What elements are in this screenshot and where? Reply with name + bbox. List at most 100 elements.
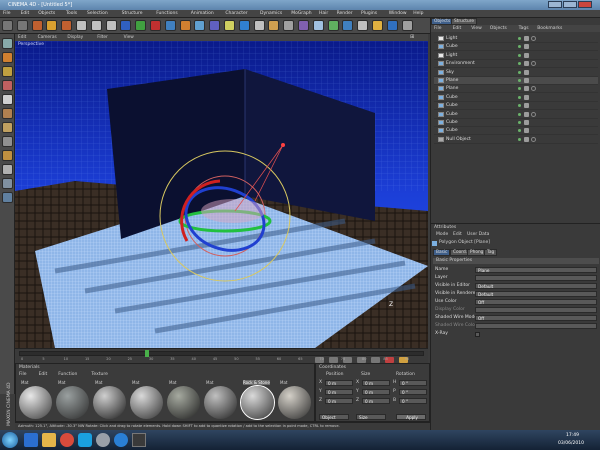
attr-menu-user-data[interactable]: User Data — [467, 232, 489, 237]
menu-item-file[interactable]: File — [3, 11, 11, 16]
object-tag-icon[interactable] — [524, 69, 529, 75]
material-tag-icon[interactable] — [531, 61, 536, 67]
edges-mode-icon[interactable] — [2, 108, 13, 119]
material-tag-icon[interactable] — [531, 86, 536, 92]
attr-field-value[interactable] — [475, 275, 597, 281]
window-task-icon[interactable] — [132, 433, 146, 447]
menu-item-hair[interactable]: Hair — [319, 11, 328, 16]
visibility-dot[interactable] — [518, 79, 521, 82]
coord-size-field[interactable]: 0 m — [362, 380, 390, 386]
snap-icon[interactable] — [342, 20, 354, 31]
render-settings-icon[interactable] — [164, 20, 176, 31]
menu-item-window[interactable]: Window — [389, 11, 407, 16]
object-tag-icon[interactable] — [524, 78, 529, 83]
coord-rotation-field[interactable]: 0 ° — [399, 389, 427, 395]
make-editable-icon[interactable] — [2, 38, 13, 49]
attr-field-value[interactable]: Off — [475, 315, 597, 321]
coord-size-field[interactable]: 0 m — [362, 398, 390, 404]
cube-icon[interactable] — [179, 20, 191, 31]
model-mode-icon[interactable] — [2, 52, 13, 63]
nurbs-icon[interactable] — [238, 20, 250, 31]
attr-field-value[interactable]: Off — [475, 299, 597, 305]
object-menu-tags[interactable]: Tags — [519, 26, 529, 31]
material-ball[interactable] — [278, 386, 311, 419]
menu-item-dynamics[interactable]: Dynamics — [260, 11, 282, 16]
object-tag-icon[interactable] — [524, 94, 529, 100]
tab-structure[interactable]: Structure — [451, 18, 477, 25]
object-row[interactable]: Plane — [434, 85, 598, 94]
undo-icon[interactable] — [2, 20, 13, 31]
menu-item-selection[interactable]: Selection — [87, 11, 108, 16]
start-button[interactable] — [2, 432, 18, 448]
layout-icon[interactable] — [2, 178, 13, 189]
object-menu-edit[interactable]: Edit — [453, 26, 462, 31]
object-row[interactable]: Cube — [434, 43, 598, 52]
visibility-dot[interactable] — [518, 45, 521, 49]
object-tag-icon[interactable] — [524, 61, 529, 67]
viewport-maximize-icon[interactable]: ⊞ — [410, 34, 414, 40]
object-tag-icon[interactable] — [524, 111, 529, 117]
rotate-z-icon[interactable] — [105, 20, 117, 31]
material-ball[interactable] — [56, 386, 89, 419]
attr-field-value[interactable]: Plane — [475, 267, 597, 273]
object-row[interactable]: Light — [434, 52, 598, 60]
visibility-dot[interactable] — [518, 62, 521, 66]
material-ball[interactable] — [204, 386, 237, 419]
sky-icon[interactable] — [312, 20, 324, 31]
scale-icon[interactable] — [61, 20, 73, 31]
object-row[interactable]: Cube — [434, 127, 598, 136]
object-tag-icon[interactable] — [524, 52, 529, 58]
object-row[interactable]: Cube — [434, 111, 598, 119]
visibility-dot[interactable] — [518, 95, 521, 99]
viewport-solo-icon[interactable] — [2, 192, 13, 203]
material-tag-icon[interactable] — [531, 136, 536, 142]
menu-item-render[interactable]: Render — [337, 11, 353, 16]
visibility-dot[interactable] — [518, 137, 521, 141]
object-row[interactable]: Environment — [434, 60, 598, 69]
object-menu-file[interactable]: File — [434, 26, 442, 31]
viewport-menu-display[interactable]: Display — [67, 35, 83, 40]
attr-tab-basic[interactable]: Basic — [433, 249, 451, 256]
deformer-icon[interactable] — [253, 20, 265, 31]
object-tag-icon[interactable] — [524, 36, 529, 41]
menu-item-help[interactable]: Help — [413, 11, 423, 16]
render-view-icon[interactable] — [135, 20, 147, 31]
explorer-icon[interactable] — [42, 433, 56, 447]
subdivision-icon[interactable] — [209, 20, 221, 31]
visibility-dot[interactable] — [518, 104, 521, 108]
material-ball[interactable] — [167, 386, 200, 419]
pen-icon[interactable] — [194, 20, 206, 31]
tab-objects[interactable]: Objects — [431, 18, 454, 25]
visibility-dot[interactable] — [518, 87, 521, 91]
timeline-playhead[interactable] — [145, 350, 149, 357]
attr-field-value[interactable]: Default — [475, 291, 597, 297]
object-tag-icon[interactable] — [524, 128, 529, 134]
menu-item-objects[interactable]: Objects — [38, 11, 55, 16]
ie-icon[interactable] — [24, 433, 38, 447]
viewport[interactable]: Z — [15, 41, 428, 348]
coordinate-system-icon[interactable] — [120, 20, 132, 31]
close-button[interactable] — [578, 1, 592, 8]
attr-menu-mode[interactable]: Mode — [436, 232, 448, 237]
viewport-menu-edit[interactable]: Edit — [18, 35, 26, 40]
visibility-dot[interactable] — [518, 121, 521, 124]
texture-mode-icon[interactable] — [2, 66, 13, 77]
plugin-icon[interactable] — [327, 20, 339, 31]
material-menu-function[interactable]: Function — [58, 372, 77, 377]
menu-item-plugins[interactable]: Plugins — [361, 11, 377, 16]
object-row[interactable]: Cube — [434, 119, 598, 127]
soft-selection-icon[interactable] — [2, 164, 13, 175]
attr-field-value[interactable]: Default — [475, 283, 597, 289]
points-mode-icon[interactable] — [2, 94, 13, 105]
material-tag-icon[interactable] — [531, 36, 536, 41]
attr-field-value[interactable] — [475, 307, 597, 313]
visibility-dot[interactable] — [518, 37, 521, 40]
workplane-mode-icon[interactable] — [2, 80, 13, 91]
attr-menu-edit[interactable]: Edit — [453, 232, 462, 237]
object-menu-view[interactable]: View — [471, 26, 482, 31]
object-row[interactable]: Cube — [434, 102, 598, 111]
skype-icon[interactable] — [78, 433, 92, 447]
object-row[interactable]: Plane — [434, 77, 598, 85]
material-menu-texture[interactable]: Texture — [91, 372, 107, 377]
object-tag-icon[interactable] — [524, 120, 529, 125]
